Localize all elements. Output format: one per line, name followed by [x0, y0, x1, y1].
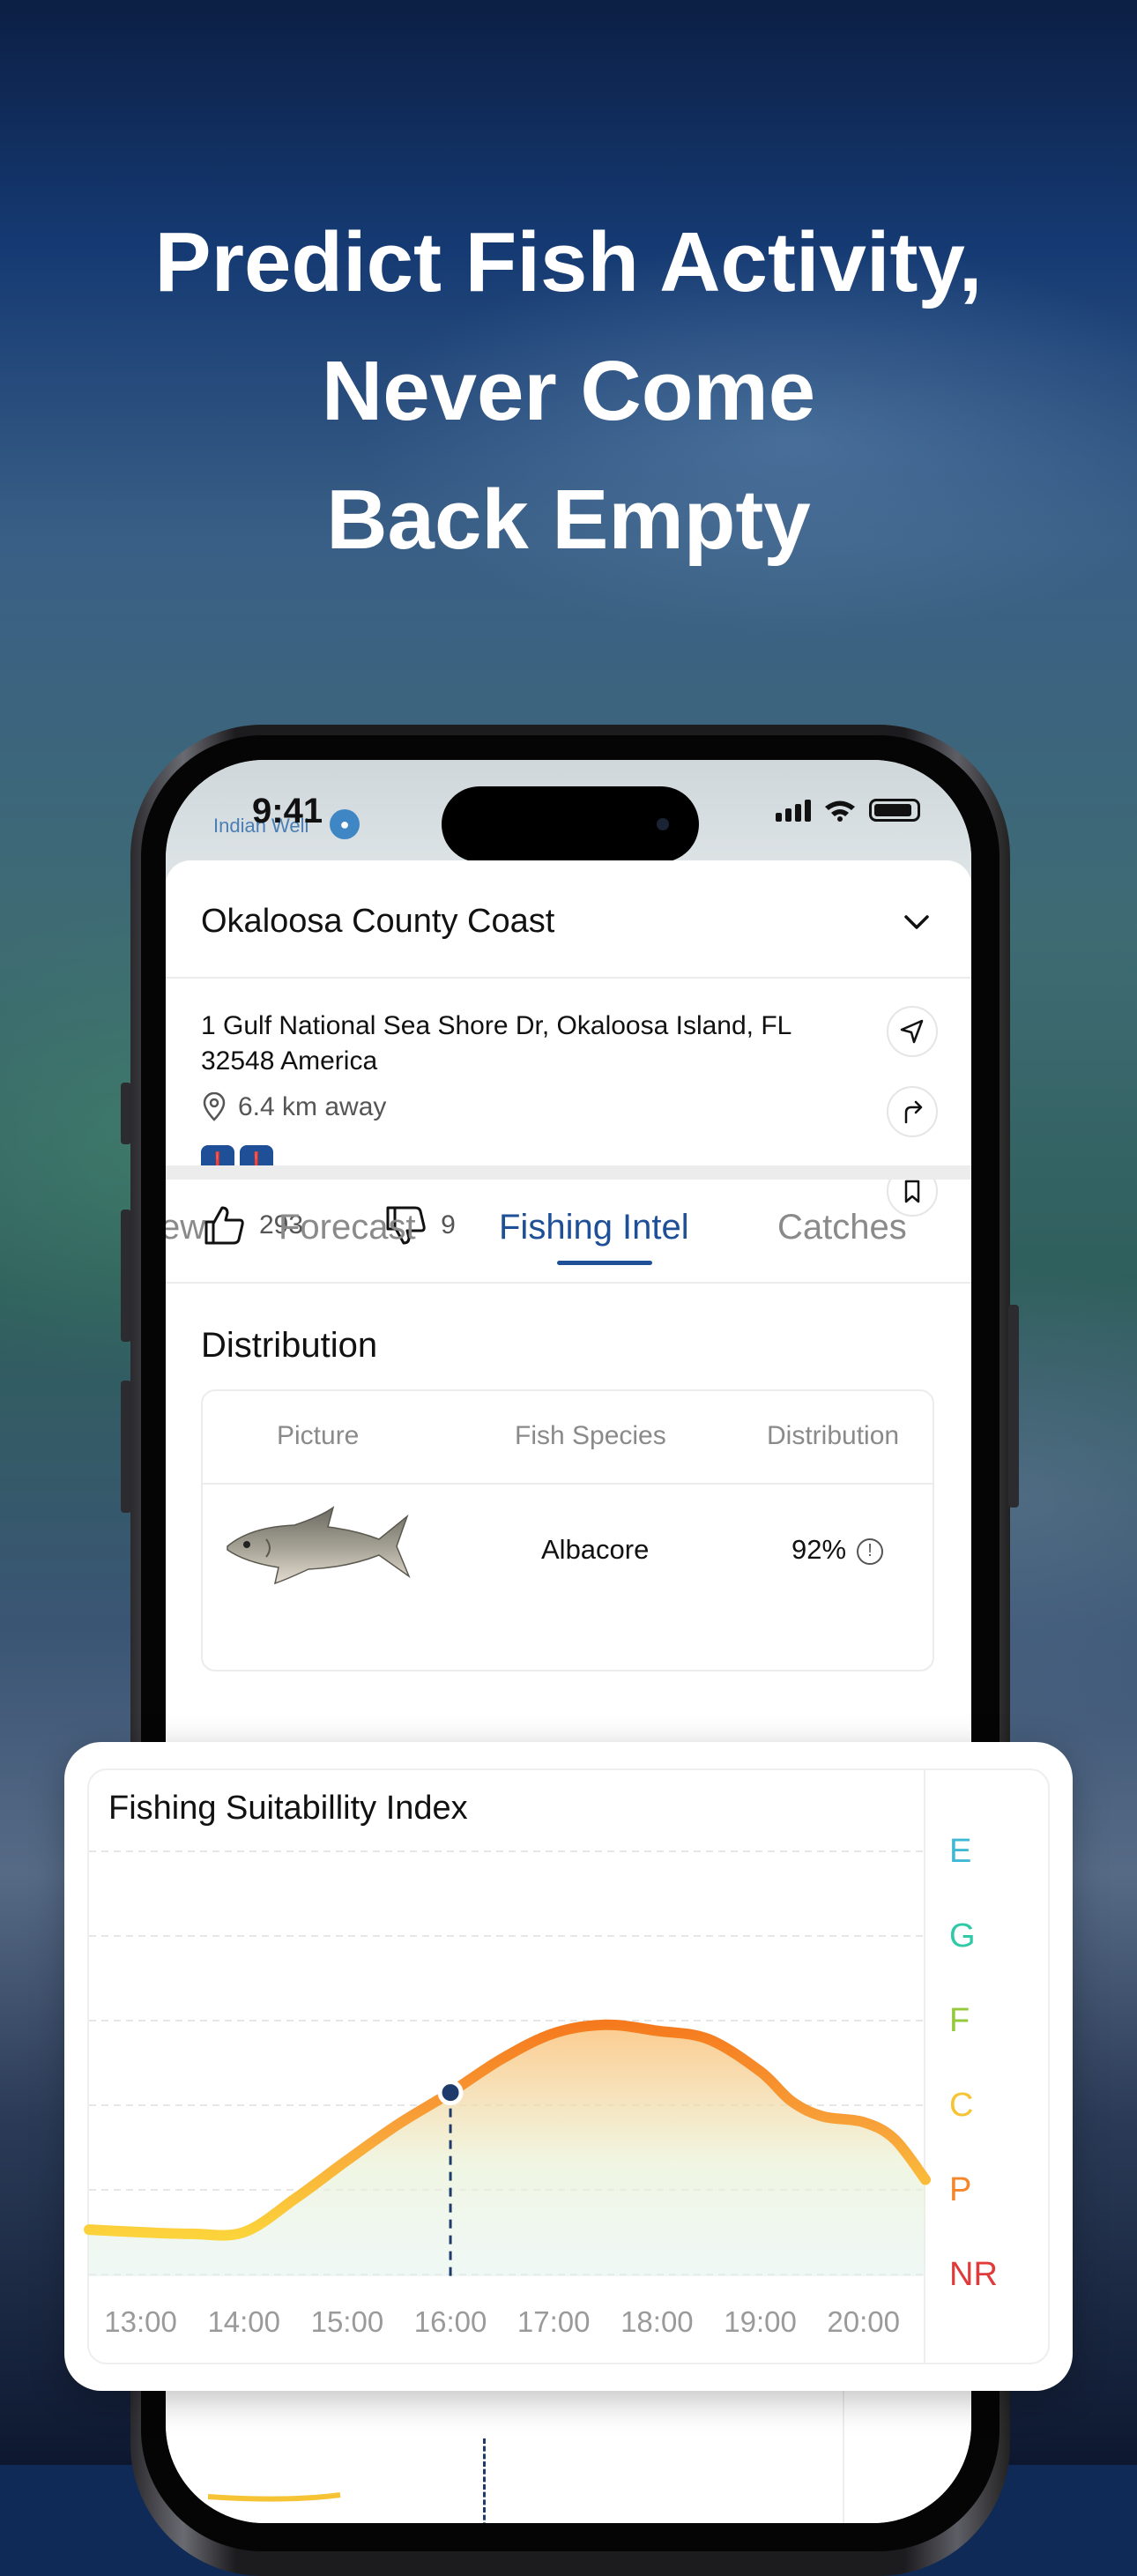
grade-label-c: C	[949, 2087, 973, 2124]
chart-peek-line	[208, 2492, 341, 2502]
grade-label-e: E	[949, 1833, 971, 1870]
x-tick-label: 15:00	[311, 2305, 384, 2338]
x-tick-label: 13:00	[104, 2305, 177, 2338]
x-tick-label: 18:00	[621, 2305, 694, 2338]
x-tick-label: 16:00	[414, 2305, 487, 2338]
highlight-marker-point[interactable]	[437, 2080, 464, 2106]
grade-label-nr: NR	[949, 2256, 998, 2293]
x-tick-label: 20:00	[827, 2305, 900, 2338]
x-tick-label: 19:00	[724, 2305, 797, 2338]
grade-label-g: G	[949, 1917, 976, 1954]
suitability-chart: E G F C P NR 13:00 14:00 15:00 16:00 17:00 18:00 19…	[84, 1833, 998, 2338]
x-tick-label: 14:00	[207, 2305, 280, 2338]
grade-label-p: P	[949, 2171, 971, 2208]
x-tick-label: 17:00	[517, 2305, 591, 2338]
grade-label-f: F	[949, 2002, 970, 2039]
